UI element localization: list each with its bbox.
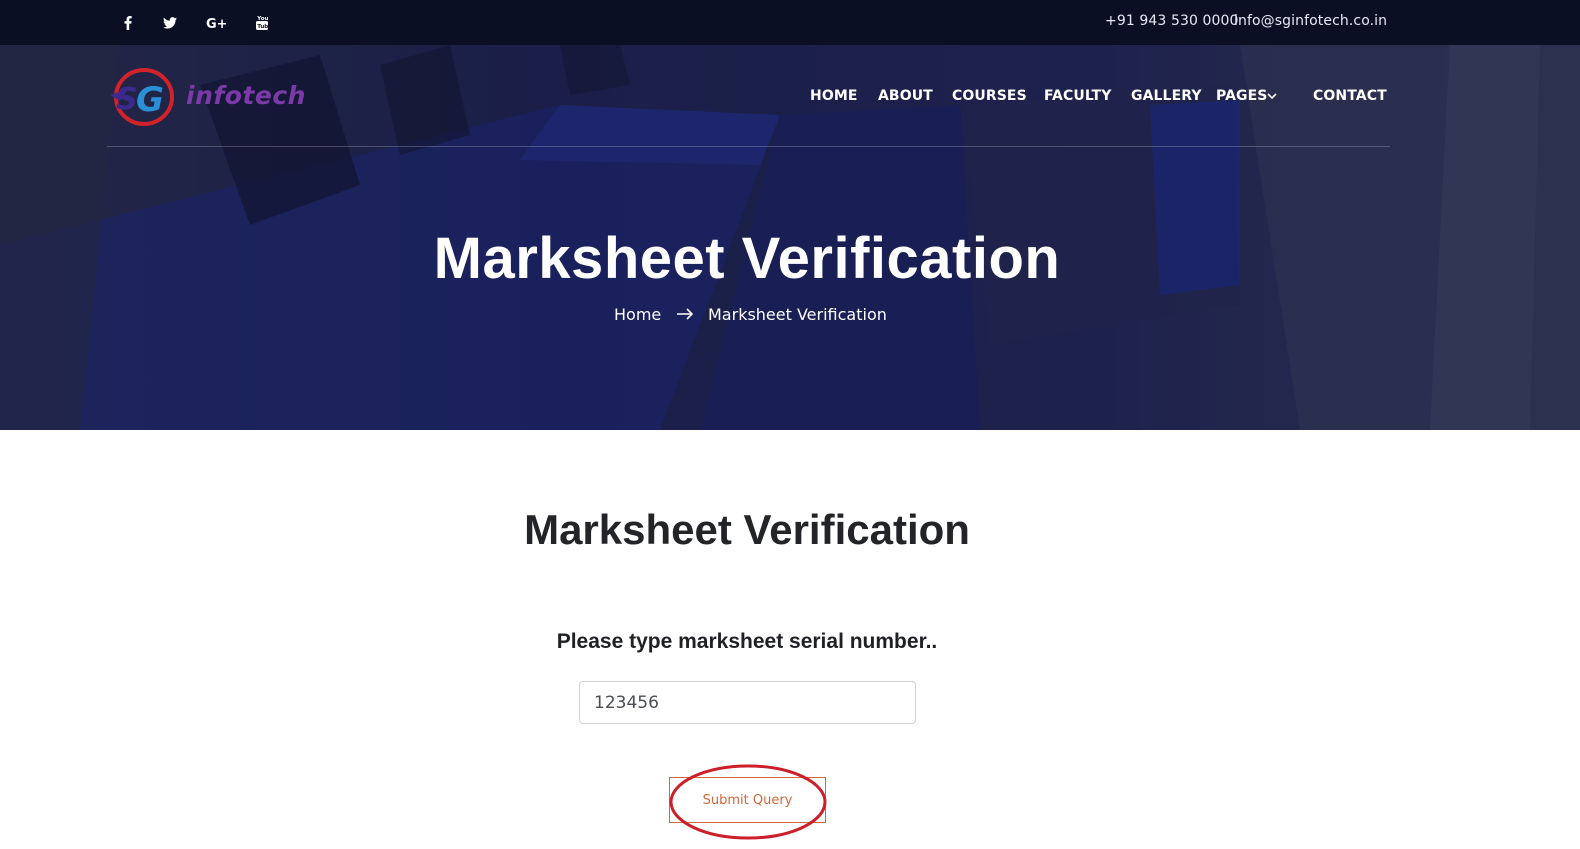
nav-about[interactable]: ABOUT xyxy=(878,88,933,104)
svg-text:You: You xyxy=(256,16,268,22)
serial-number-input[interactable] xyxy=(579,681,916,724)
svg-text:G: G xyxy=(136,80,164,120)
hero-title: Marksheet Verification xyxy=(433,226,1061,291)
serial-prompt-label: Please type marksheet serial number.. xyxy=(556,630,938,653)
svg-text:Tube: Tube xyxy=(257,24,268,30)
page: G+ You Tube +91 943 530 0000 info@sginfot… xyxy=(0,0,1580,849)
nav-contact[interactable]: CONTACT xyxy=(1313,88,1387,104)
top-bar: G+ You Tube +91 943 530 0000 info@sginfot… xyxy=(0,0,1580,45)
phone-number[interactable]: +91 943 530 0000 xyxy=(1105,13,1239,29)
youtube-icon[interactable]: You Tube xyxy=(252,0,272,45)
header-divider xyxy=(107,146,1390,147)
google-plus-icon[interactable]: G+ xyxy=(203,0,229,45)
submit-query-button[interactable]: Submit Query xyxy=(669,777,826,823)
hero-banner: S G infotech HOME ABOUT COURSES FACULTY … xyxy=(0,45,1580,430)
nav-pages[interactable]: PAGES xyxy=(1216,88,1267,104)
page-title: Marksheet Verification xyxy=(524,506,970,553)
logo-text[interactable]: infotech xyxy=(186,81,306,110)
twitter-icon[interactable] xyxy=(160,0,180,45)
nav-courses[interactable]: COURSES xyxy=(952,88,1027,104)
chevron-down-icon[interactable] xyxy=(1266,91,1278,101)
nav-gallery[interactable]: GALLERY xyxy=(1131,88,1202,104)
nav-home[interactable]: HOME xyxy=(810,88,858,104)
breadcrumb-current: Marksheet Verification xyxy=(708,305,887,324)
facebook-icon[interactable] xyxy=(118,0,138,45)
email-address[interactable]: info@sginfotech.co.in xyxy=(1234,13,1387,29)
svg-text:G+: G+ xyxy=(206,17,226,30)
arrow-right-icon xyxy=(677,308,694,320)
breadcrumb-home[interactable]: Home xyxy=(614,305,661,324)
logo-mark-icon: S G xyxy=(110,68,174,126)
nav-faculty[interactable]: FACULTY xyxy=(1044,88,1111,104)
